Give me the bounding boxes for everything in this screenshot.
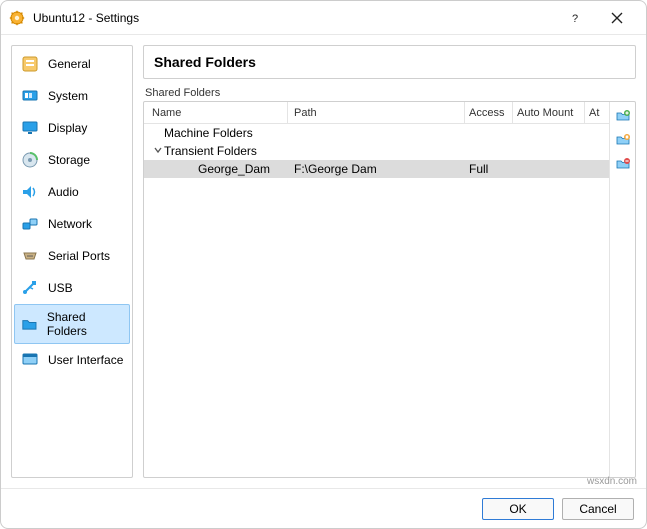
settings-window: Ubuntu12 - Settings ? General System Dis…	[0, 0, 647, 529]
help-button[interactable]: ?	[554, 4, 596, 32]
close-button[interactable]	[596, 4, 638, 32]
page-heading: Shared Folders	[154, 54, 625, 70]
sidebar-item-usb[interactable]: USB	[14, 272, 130, 304]
dialog-footer: OK Cancel	[1, 488, 646, 528]
watermark: wsxdn.com	[587, 476, 637, 487]
sidebar-item-label: USB	[48, 281, 73, 295]
entry-access: Full	[465, 162, 513, 176]
sidebar-item-system[interactable]: System	[14, 80, 130, 112]
entry-name: George_Dam	[144, 162, 288, 176]
shared-folders-icon	[20, 314, 39, 334]
col-name[interactable]: Name	[144, 102, 288, 123]
storage-icon	[20, 150, 40, 170]
usb-icon	[20, 278, 40, 298]
window-title: Ubuntu12 - Settings	[33, 11, 139, 25]
machine-folders-node[interactable]: Machine Folders	[144, 124, 609, 142]
sidebar-item-label: Audio	[48, 185, 79, 199]
chevron-down-icon	[152, 145, 164, 158]
sidebar-item-label: Network	[48, 217, 92, 231]
edit-folder-button[interactable]	[613, 130, 633, 150]
folder-toolstrip	[609, 102, 635, 477]
sidebar-item-label: General	[48, 57, 91, 71]
sidebar-item-audio[interactable]: Audio	[14, 176, 130, 208]
general-icon	[20, 54, 40, 74]
group-label: Shared Folders	[145, 87, 636, 99]
right-panel: Shared Folders Shared Folders Name Path …	[143, 45, 636, 478]
node-label: Machine Folders	[164, 126, 253, 140]
remove-folder-button[interactable]	[613, 154, 633, 174]
system-icon	[20, 86, 40, 106]
node-label: Transient Folders	[164, 144, 257, 158]
sidebar-item-general[interactable]: General	[14, 48, 130, 80]
sidebar-item-shared-folders[interactable]: Shared Folders	[14, 304, 130, 344]
col-access[interactable]: Access	[465, 102, 513, 123]
add-folder-button[interactable]	[613, 106, 633, 126]
sidebar-item-user-interface[interactable]: User Interface	[14, 344, 130, 376]
col-auto-mount[interactable]: Auto Mount	[513, 102, 585, 123]
serial-ports-icon	[20, 246, 40, 266]
sidebar-item-serial-ports[interactable]: Serial Ports	[14, 240, 130, 272]
sidebar-item-label: Display	[48, 121, 87, 135]
sidebar-item-label: Serial Ports	[48, 249, 110, 263]
ok-button[interactable]: OK	[482, 498, 554, 520]
tree-body: Machine Folders Transient Folders George…	[144, 124, 609, 477]
shared-folders-panel: Name Path Access Auto Mount At Machine F…	[143, 101, 636, 478]
svg-text:?: ?	[572, 13, 578, 24]
sidebar-item-display[interactable]: Display	[14, 112, 130, 144]
user-interface-icon	[20, 350, 40, 370]
app-icon	[9, 10, 25, 26]
folders-tree: Name Path Access Auto Mount At Machine F…	[144, 102, 609, 477]
sidebar-item-label: Storage	[48, 153, 90, 167]
body: General System Display Storage Audio Net…	[1, 35, 646, 488]
transient-folders-node[interactable]: Transient Folders	[144, 142, 609, 160]
audio-icon	[20, 182, 40, 202]
titlebar: Ubuntu12 - Settings ?	[1, 1, 646, 35]
sidebar-item-label: System	[48, 89, 88, 103]
settings-sidebar: General System Display Storage Audio Net…	[11, 45, 133, 478]
display-icon	[20, 118, 40, 138]
sidebar-item-storage[interactable]: Storage	[14, 144, 130, 176]
heading-box: Shared Folders	[143, 45, 636, 79]
col-path[interactable]: Path	[288, 102, 465, 123]
sidebar-item-label: User Interface	[48, 353, 123, 367]
folder-entry-row[interactable]: George_Dam F:\George Dam Full	[144, 160, 609, 178]
network-icon	[20, 214, 40, 234]
cancel-button[interactable]: Cancel	[562, 498, 634, 520]
entry-path: F:\George Dam	[288, 162, 465, 176]
sidebar-item-label: Shared Folders	[47, 310, 124, 338]
sidebar-item-network[interactable]: Network	[14, 208, 130, 240]
col-at[interactable]: At	[585, 102, 609, 123]
tree-header: Name Path Access Auto Mount At	[144, 102, 609, 124]
